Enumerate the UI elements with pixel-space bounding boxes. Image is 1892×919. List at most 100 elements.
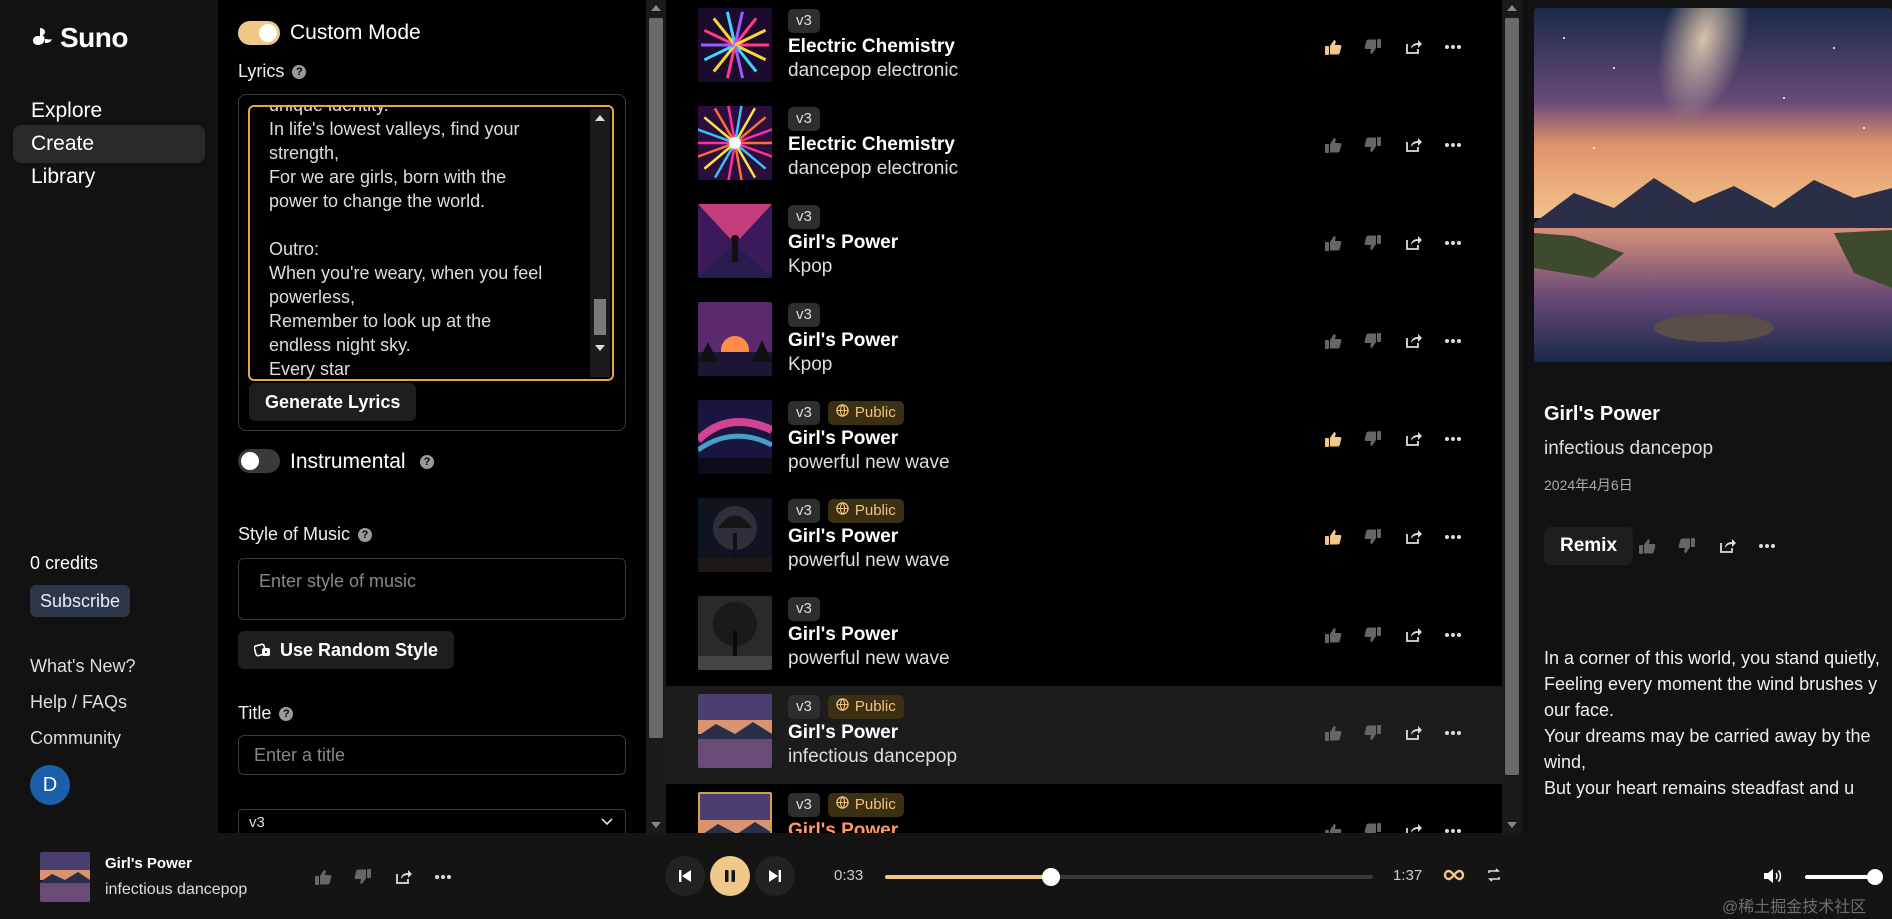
thumbs-down-icon[interactable] <box>1362 330 1384 352</box>
thumbs-up-icon[interactable] <box>1322 722 1344 744</box>
thumbs-up-icon[interactable] <box>1322 134 1344 156</box>
lyrics-scrollbar[interactable] <box>590 109 610 377</box>
thumbs-up-icon[interactable] <box>312 866 334 888</box>
song-thumbnail[interactable] <box>698 498 772 572</box>
thumbs-up-icon[interactable] <box>1322 36 1344 58</box>
scroll-up-arrow-icon[interactable] <box>651 5 661 11</box>
more-options-icon[interactable] <box>432 866 454 888</box>
next-button[interactable] <box>755 856 795 896</box>
thumbs-down-icon[interactable] <box>1362 526 1384 548</box>
thumbs-down-icon[interactable] <box>1362 134 1384 156</box>
song-thumbnail[interactable] <box>698 792 772 833</box>
scroll-thumb[interactable] <box>594 299 606 335</box>
nav-library[interactable]: Library <box>13 158 205 196</box>
song-list-scrollbar[interactable] <box>1502 0 1522 833</box>
volume-knob[interactable] <box>1867 869 1883 885</box>
help-faqs-link[interactable]: Help / FAQs <box>30 692 127 713</box>
song-row[interactable]: v3 Public Girl's Power <box>666 784 1502 833</box>
song-tags[interactable]: infectious dancepop <box>788 746 957 768</box>
more-options-icon[interactable] <box>1442 36 1464 58</box>
thumbs-up-icon[interactable] <box>1322 624 1344 646</box>
song-row[interactable]: v3 Girl's Power Kpop <box>666 196 1502 294</box>
volume-slider[interactable] <box>1805 869 1883 885</box>
generate-lyrics-button[interactable]: Generate Lyrics <box>249 383 417 421</box>
use-random-style-button[interactable]: Use Random Style <box>238 631 455 669</box>
song-tags[interactable]: Kpop <box>788 354 832 376</box>
scroll-thumb[interactable] <box>1505 18 1519 775</box>
song-thumbnail[interactable] <box>698 106 772 180</box>
subscribe-button[interactable]: Subscribe <box>30 585 131 617</box>
custom-mode-toggle[interactable] <box>238 21 280 45</box>
scroll-down-arrow-icon[interactable] <box>651 822 661 828</box>
player-cover-image[interactable] <box>40 852 90 902</box>
share-icon[interactable] <box>1402 36 1424 58</box>
more-options-icon[interactable] <box>1442 134 1464 156</box>
share-icon[interactable] <box>392 866 414 888</box>
more-options-icon[interactable] <box>1442 428 1464 450</box>
share-icon[interactable] <box>1402 428 1424 450</box>
pause-button[interactable] <box>710 856 750 896</box>
thumbs-down-icon[interactable] <box>1362 820 1384 833</box>
song-thumbnail[interactable] <box>698 302 772 376</box>
thumbs-up-icon[interactable] <box>1636 535 1658 557</box>
lyrics-textarea[interactable]: unique identity. In life's lowest valley… <box>248 105 614 381</box>
share-icon[interactable] <box>1716 535 1738 557</box>
song-row[interactable]: v3 Public Girl's Power infectious dancepo… <box>666 686 1502 784</box>
remix-button[interactable]: Remix <box>1544 527 1634 565</box>
thumbs-down-icon[interactable] <box>1676 535 1698 557</box>
thumbs-down-icon[interactable] <box>352 866 374 888</box>
song-tags[interactable]: powerful new wave <box>788 550 950 572</box>
create-scrollbar[interactable] <box>646 0 666 833</box>
share-icon[interactable] <box>1402 232 1424 254</box>
detail-tags[interactable]: infectious dancepop <box>1544 438 1713 460</box>
player-title[interactable]: Girl's Power <box>105 855 192 872</box>
song-title[interactable]: Girl's Power <box>788 722 898 744</box>
song-title[interactable]: Girl's Power <box>788 428 898 450</box>
share-icon[interactable] <box>1402 526 1424 548</box>
song-tags[interactable]: dancepop electronic <box>788 60 958 82</box>
lyrics-text[interactable]: unique identity. In life's lowest valley… <box>269 107 579 379</box>
song-title[interactable]: Girl's Power <box>788 526 898 548</box>
previous-button[interactable] <box>665 856 705 896</box>
more-options-icon[interactable] <box>1442 722 1464 744</box>
more-options-icon[interactable] <box>1442 624 1464 646</box>
more-options-icon[interactable] <box>1442 820 1464 833</box>
share-icon[interactable] <box>1402 624 1424 646</box>
song-row[interactable]: v3 Public Girl's Power powerful new wave <box>666 490 1502 588</box>
share-icon[interactable] <box>1402 330 1424 352</box>
song-row[interactable]: v3 Girl's Power Kpop <box>666 294 1502 392</box>
help-icon[interactable]: ? <box>420 455 434 469</box>
song-thumbnail[interactable] <box>698 204 772 278</box>
thumbs-up-icon[interactable] <box>1322 232 1344 254</box>
share-icon[interactable] <box>1402 134 1424 156</box>
song-title[interactable]: Girl's Power <box>788 330 898 352</box>
thumbs-down-icon[interactable] <box>1362 428 1384 450</box>
shuffle-button[interactable] <box>1486 867 1502 888</box>
song-thumbnail[interactable] <box>698 8 772 82</box>
song-tags[interactable]: dancepop electronic <box>788 158 958 180</box>
whats-new-link[interactable]: What's New? <box>30 656 135 677</box>
share-icon[interactable] <box>1402 820 1424 833</box>
thumbs-up-icon[interactable] <box>1322 330 1344 352</box>
scroll-thumb[interactable] <box>649 18 663 738</box>
song-title[interactable]: Electric Chemistry <box>788 134 955 156</box>
loop-button[interactable] <box>1443 867 1465 888</box>
share-icon[interactable] <box>1402 722 1424 744</box>
song-tags[interactable]: powerful new wave <box>788 452 950 474</box>
song-title[interactable]: Electric Chemistry <box>788 36 955 58</box>
more-options-icon[interactable] <box>1442 526 1464 548</box>
instrumental-toggle[interactable] <box>238 449 280 473</box>
title-input[interactable]: Enter a title <box>238 735 626 775</box>
thumbs-up-icon[interactable] <box>1322 428 1344 450</box>
community-link[interactable]: Community <box>30 728 121 749</box>
song-title[interactable]: Girl's Power <box>788 232 898 254</box>
song-tags[interactable]: Kpop <box>788 256 832 278</box>
thumbs-down-icon[interactable] <box>1362 36 1384 58</box>
thumbs-up-icon[interactable] <box>1322 820 1344 833</box>
song-thumbnail[interactable] <box>698 400 772 474</box>
suno-logo[interactable]: Suno <box>30 22 129 54</box>
more-options-icon[interactable] <box>1442 330 1464 352</box>
scroll-down-arrow-icon[interactable] <box>595 345 605 351</box>
help-icon[interactable]: ? <box>292 64 307 79</box>
thumbs-down-icon[interactable] <box>1362 624 1384 646</box>
